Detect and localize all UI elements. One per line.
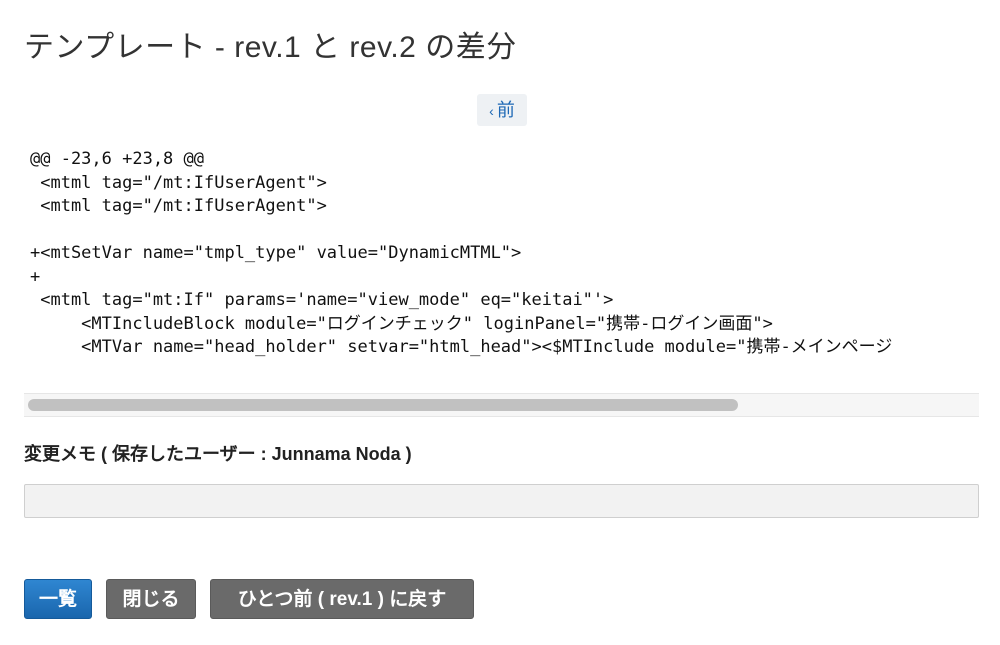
diff-line: <mtml tag="/mt:IfUserAgent">	[30, 196, 327, 216]
diff-line-hunk-header: @@ -23,6 +23,8 @@	[30, 149, 204, 169]
diff-line-added: +	[30, 266, 41, 287]
diff-line: <MTVar name="head_holder" setvar="html_h…	[30, 337, 893, 357]
change-memo-label: 変更メモ ( 保存したユーザー : Junnama Noda )	[24, 444, 412, 464]
diff-line: <mtml tag="/mt:IfUserAgent">	[30, 172, 327, 193]
revert-to-previous-button[interactable]: ひとつ前 ( rev.1 ) に戻す	[210, 579, 474, 619]
page-title: テンプレート - rev.1 と rev.2 の差分	[24, 31, 517, 64]
scrollbar-thumb[interactable]	[28, 399, 738, 411]
prev-revision-link[interactable]: ‹ 前	[477, 94, 527, 126]
change-memo-field[interactable]	[24, 484, 979, 518]
diff-line-added: +<mtSetVar name="tmpl_type" value="Dynam…	[30, 243, 522, 263]
list-button[interactable]: 一覧	[24, 579, 92, 619]
diff-line: <MTIncludeBlock module="ログインチェック" loginP…	[30, 313, 773, 334]
prev-revision-label: 前	[496, 100, 515, 120]
horizontal-scrollbar[interactable]	[24, 393, 979, 417]
diff-code: @@ -23,6 +23,8 @@ <mtml tag="/mt:IfUserA…	[24, 148, 979, 360]
chevron-left-icon: ‹	[489, 103, 494, 119]
diff-line: <mtml tag="mt:If" params='name="view_mod…	[30, 290, 614, 310]
diff-page: テンプレート - rev.1 と rev.2 の差分 ‹ 前 @@ -23,6 +…	[0, 0, 1000, 645]
diff-viewer[interactable]: @@ -23,6 +23,8 @@ <mtml tag="/mt:IfUserA…	[24, 148, 979, 416]
close-button[interactable]: 閉じる	[106, 579, 196, 619]
